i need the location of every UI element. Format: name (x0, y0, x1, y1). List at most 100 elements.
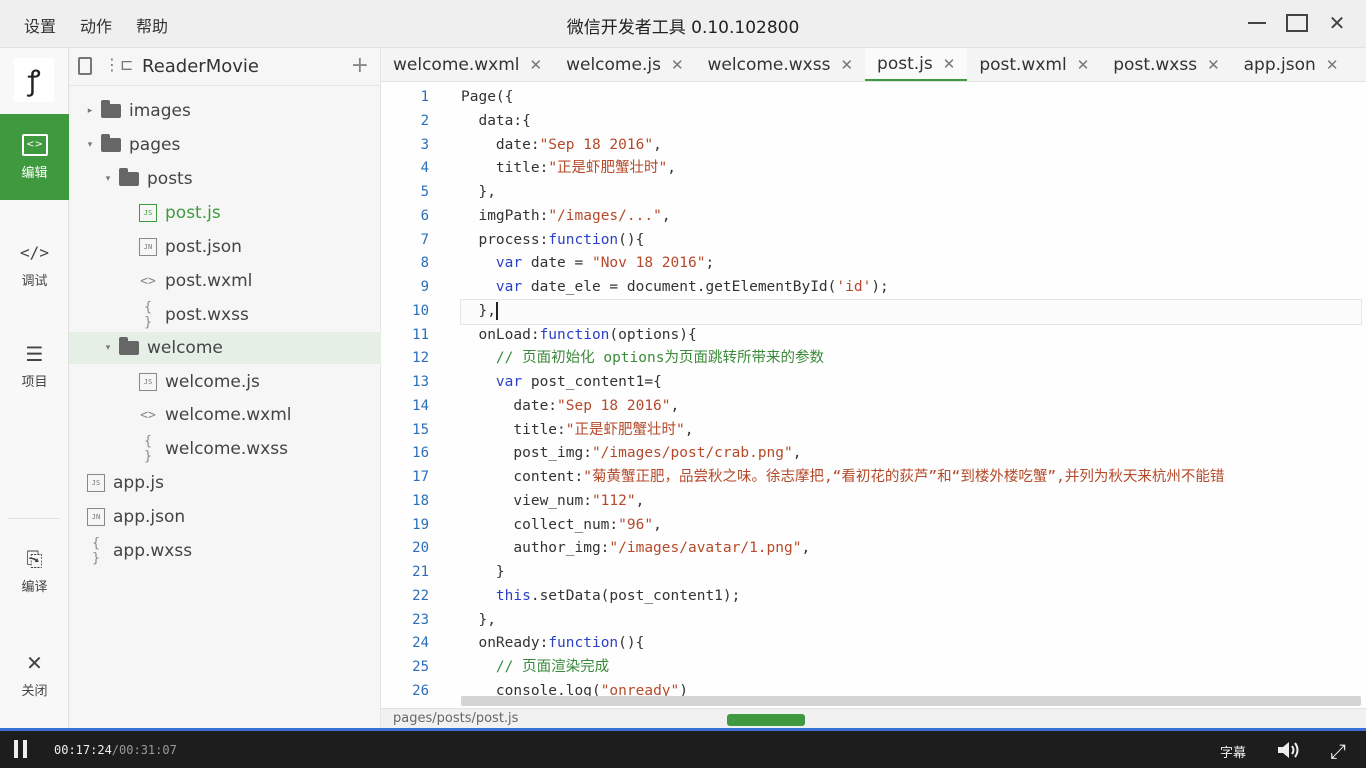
pause-icon (14, 740, 18, 758)
tab-label: welcome.js (566, 55, 661, 75)
tab-post-js[interactable]: post.js ✕ (865, 48, 968, 81)
tree-folder-welcome[interactable]: ▾ welcome (69, 332, 381, 364)
maximize-button[interactable] (1286, 12, 1308, 34)
rail-edit[interactable]: <> 编辑 (0, 114, 69, 200)
code-line: imgPath:"/images/...", (461, 205, 1361, 229)
line-number: 21 (412, 564, 429, 580)
tab-label: app.json (1243, 55, 1316, 75)
tree-label: post.js (165, 203, 221, 223)
title-bar: 设置 动作 帮助 微信开发者工具 0.10.102800 ✕ (0, 0, 1366, 48)
line-number: 12 (412, 350, 429, 367)
string-literal: 'id' (836, 279, 872, 295)
code-text: }, (461, 302, 496, 319)
status-badge (727, 714, 805, 726)
rail-debug[interactable]: </> 调试 (0, 222, 69, 308)
window-controls: ✕ (1246, 11, 1348, 35)
tree-file-post-wxss[interactable]: { } post.wxss (69, 299, 381, 331)
string-literal: "Sep 18 2016" (539, 136, 654, 153)
string-literal: "Sep 18 2016" (557, 397, 671, 414)
tree-label: pages (129, 135, 181, 155)
avatar[interactable]: ꝭ (14, 58, 54, 102)
close-window-button[interactable]: ✕ (1326, 11, 1348, 35)
tab-post-wxss[interactable]: post.wxss ✕ (1101, 48, 1231, 81)
code-text: , (661, 207, 671, 224)
close-tab-icon[interactable]: ✕ (840, 56, 853, 74)
code-text: , (635, 492, 645, 509)
style-file-icon: { } (144, 300, 152, 330)
tree-folder-images[interactable]: ▸ images (69, 95, 381, 127)
js-file-icon: JS (87, 474, 105, 492)
close-tab-icon[interactable]: ✕ (671, 56, 684, 74)
close-tab-icon[interactable]: ✕ (1326, 56, 1339, 74)
tab-label: welcome.wxml (393, 55, 520, 75)
add-file-button[interactable]: + (351, 53, 369, 78)
line-number: 22 (412, 587, 429, 604)
volume-icon[interactable] (1276, 740, 1302, 760)
tree-file-post-wxml[interactable]: <> post.wxml (69, 265, 381, 297)
code-text: onReady: (461, 635, 549, 652)
subtitle-button[interactable]: 字幕 (1220, 742, 1246, 761)
line-number: 14 (412, 397, 429, 414)
tree-file-post-js[interactable]: JS post.js (69, 197, 381, 229)
code-text: }, (461, 611, 496, 628)
tab-welcome-wxss[interactable]: welcome.wxss ✕ (696, 48, 866, 81)
close-tab-icon[interactable]: ✕ (1207, 56, 1220, 74)
pause-button[interactable] (14, 740, 27, 758)
tab-welcome-wxml[interactable]: welcome.wxml ✕ (381, 48, 554, 81)
file-icon[interactable] (78, 57, 92, 75)
close-tab-icon[interactable]: ✕ (1077, 56, 1090, 74)
pause-icon (23, 740, 27, 758)
playback-time: 00:17:24/00:31:07 (54, 743, 177, 757)
tree-file-post-json[interactable]: JN post.json (69, 231, 381, 263)
keyword: function (539, 326, 610, 343)
tree-label: images (129, 101, 191, 121)
tree-label: app.js (113, 473, 164, 493)
horizontal-scrollbar[interactable] (461, 696, 1361, 706)
tree-folder-pages[interactable]: ▾ pages (69, 129, 381, 161)
close-tab-icon[interactable]: ✕ (943, 55, 956, 73)
code-line: } (461, 561, 1361, 585)
rail-close[interactable]: ✕ 关闭 (0, 632, 69, 718)
string-literal: "/images/post/crab.png" (591, 445, 793, 462)
code-text: (){ (618, 635, 645, 652)
tree-file-app-json[interactable]: JN app.json (69, 501, 381, 533)
line-number: 4 (420, 160, 429, 177)
tree-folder-posts[interactable]: ▾ posts (69, 163, 381, 195)
total-time: /00:31:07 (111, 743, 177, 757)
keyword: var (495, 374, 523, 390)
close-tab-icon[interactable]: ✕ (530, 56, 543, 74)
caret-down-icon: ▾ (105, 343, 111, 353)
tab-post-wxml[interactable]: post.wxml ✕ (967, 48, 1101, 81)
tree-view-icon[interactable]: ⋮⊏ (104, 55, 133, 74)
rail-project[interactable]: ☰ 项目 (0, 323, 69, 409)
code-line: title:"正是虾肥蟹壮时", (461, 419, 1361, 443)
minimize-button[interactable] (1246, 12, 1268, 34)
code-editor[interactable]: 1 2 3 4 5 6 7 8 9 10 11 12 13 14 15 16 1… (381, 82, 1366, 708)
code-lines[interactable]: Page({ data:{ date:"Sep 18 2016", title:… (460, 86, 1362, 704)
tree-file-welcome-wxml[interactable]: <> welcome.wxml (69, 399, 381, 431)
code-text: , (801, 540, 811, 557)
folder-open-icon (119, 337, 139, 355)
tab-app-json[interactable]: app.json ✕ (1232, 48, 1351, 81)
status-bar: pages/posts/post.js (381, 708, 1366, 728)
tree-file-app-wxss[interactable]: { } app.wxss (69, 535, 381, 567)
code-text: date = (522, 255, 592, 272)
keyword: var (495, 255, 523, 272)
line-number: 11 (412, 326, 429, 343)
line-number: 2 (420, 112, 429, 129)
tree-file-welcome-js[interactable]: JS welcome.js (69, 366, 381, 398)
code-text: , (653, 136, 662, 153)
tree-label: welcome.js (165, 372, 260, 392)
tree-label: posts (147, 169, 193, 189)
line-number: 15 (412, 421, 429, 438)
fullscreen-icon[interactable]: ⤢ (1330, 739, 1346, 763)
code-text: } (461, 564, 505, 580)
tree-file-app-js[interactable]: JS app.js (69, 467, 381, 499)
code-text: (options){ (609, 326, 697, 343)
rail-compile[interactable]: ⎘ 编译 (0, 528, 69, 614)
tree-file-welcome-wxss[interactable]: { } welcome.wxss (69, 433, 381, 465)
caret-down-icon: ▾ (87, 140, 93, 150)
caret-right-icon: ▸ (87, 106, 93, 116)
tab-welcome-js[interactable]: welcome.js ✕ (554, 48, 695, 81)
